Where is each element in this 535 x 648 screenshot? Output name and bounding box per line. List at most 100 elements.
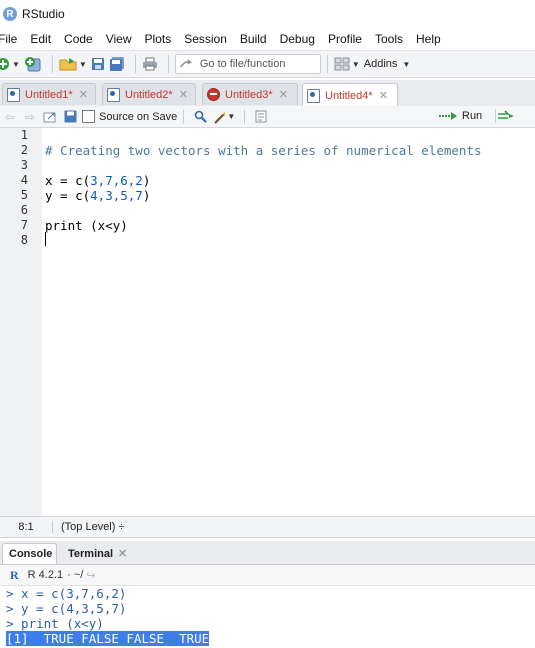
document-outline-icon[interactable] bbox=[254, 110, 268, 124]
console-output[interactable]: > x = c(3,7,6,2) > y = c(4,3,5,7) > prin… bbox=[0, 586, 535, 648]
code-numbers: 3,7,6,2 bbox=[90, 173, 143, 188]
console-line: > y = c(4,3,5,7) bbox=[6, 601, 127, 616]
toolbar-divider bbox=[51, 55, 53, 73]
toolbar-divider bbox=[183, 109, 185, 124]
magic-wand-icon[interactable]: ▼ bbox=[213, 110, 235, 124]
tab-terminal[interactable]: Terminal ✕ bbox=[62, 543, 134, 564]
forward-arrow-icon[interactable]: ⇨ bbox=[23, 110, 37, 124]
r-logo-icon: R bbox=[10, 567, 19, 582]
source-on-save-checkbox[interactable] bbox=[82, 110, 95, 123]
close-icon[interactable]: ✕ bbox=[79, 88, 88, 101]
r-file-icon bbox=[7, 87, 20, 102]
addins-button[interactable]: Addins ▼ bbox=[364, 54, 411, 74]
goto-file-placeholder: Go to file/function bbox=[199, 58, 286, 70]
open-folder-icon bbox=[59, 58, 77, 71]
menu-debug[interactable]: Debug bbox=[280, 32, 322, 46]
title-bar: R RStudio bbox=[0, 0, 535, 28]
arrow-right-icon bbox=[180, 59, 193, 68]
working-directory: · ~/ bbox=[67, 569, 84, 581]
menu-session[interactable]: Session bbox=[184, 32, 234, 46]
grid-layout-icon bbox=[334, 57, 350, 71]
tab-untitled3[interactable]: Untitled3* ✕ bbox=[202, 83, 298, 105]
close-icon[interactable]: ✕ bbox=[279, 88, 288, 101]
save-icon bbox=[91, 58, 104, 70]
line-number: 2 bbox=[20, 143, 28, 157]
save-button[interactable] bbox=[91, 54, 105, 74]
menu-build[interactable]: Build bbox=[240, 32, 274, 46]
chevron-down-icon: ▼ bbox=[402, 59, 411, 69]
code-token: y = c( bbox=[45, 188, 91, 203]
code-line-x: x = c(3,7,6,2) bbox=[45, 173, 150, 188]
toolbar-divider bbox=[326, 55, 328, 73]
run-label: Run bbox=[462, 110, 483, 122]
stop-icon bbox=[207, 88, 220, 101]
editor-status-bar: 8:1 (Top Level) ÷ bbox=[0, 516, 535, 538]
menu-profile[interactable]: Profile bbox=[328, 32, 369, 46]
tab-label: Untitled1* bbox=[25, 88, 73, 101]
close-icon[interactable]: ✕ bbox=[179, 88, 188, 101]
chevron-down-icon: ▼ bbox=[227, 112, 236, 121]
code-token: ) bbox=[142, 173, 151, 188]
console-line: > print (x<y) bbox=[6, 616, 104, 631]
line-number: 7 bbox=[20, 218, 28, 232]
tab-label: Untitled4* bbox=[325, 89, 373, 102]
line-number: 6 bbox=[20, 203, 28, 217]
scope-selector[interactable]: (Top Level) ÷ bbox=[61, 521, 125, 533]
code-line-y: y = c(4,3,5,7) bbox=[45, 188, 150, 203]
toolbar-divider bbox=[134, 55, 136, 73]
menu-view[interactable]: View bbox=[106, 32, 139, 46]
code-comment-line: # Creating two vectors with a series of … bbox=[45, 143, 482, 158]
menu-edit[interactable]: Edit bbox=[30, 32, 58, 46]
close-icon[interactable]: ✕ bbox=[118, 547, 127, 560]
goto-file-input[interactable]: Go to file/function bbox=[174, 54, 321, 74]
tab-label: Terminal bbox=[68, 547, 114, 560]
line-number: 4 bbox=[20, 173, 28, 187]
line-number: 5 bbox=[20, 188, 28, 202]
toolbar-divider bbox=[244, 109, 246, 124]
run-button[interactable]: Run bbox=[438, 108, 482, 124]
save-all-button[interactable] bbox=[109, 54, 125, 74]
search-icon[interactable] bbox=[193, 110, 207, 124]
new-project-icon bbox=[24, 57, 41, 72]
rerun-button[interactable] bbox=[497, 108, 517, 124]
tab-untitled4[interactable]: Untitled4* ✕ bbox=[302, 83, 398, 107]
tab-label: Untitled2* bbox=[125, 88, 173, 101]
addins-label: Addins bbox=[363, 58, 398, 70]
new-file-button[interactable]: ▼ bbox=[0, 54, 20, 74]
r-file-icon bbox=[107, 87, 120, 102]
chevron-down-icon: ▼ bbox=[78, 59, 87, 69]
tab-untitled1[interactable]: Untitled1* ✕ bbox=[2, 83, 96, 105]
text-cursor bbox=[45, 232, 46, 246]
menu-file[interactable]: File bbox=[0, 32, 24, 46]
console-info-bar: R R 4.2.1 · ~/ ↪ bbox=[0, 565, 535, 586]
source-on-save-option[interactable]: Source on Save bbox=[82, 110, 177, 123]
code-token: ) bbox=[142, 188, 151, 203]
menu-plots[interactable]: Plots bbox=[145, 32, 179, 46]
close-icon[interactable]: ✕ bbox=[379, 89, 388, 102]
new-file-icon bbox=[0, 58, 9, 70]
new-project-button[interactable] bbox=[24, 54, 42, 74]
pane-layout-button[interactable]: ▼ bbox=[334, 54, 360, 74]
save-icon[interactable] bbox=[63, 110, 77, 124]
window-title: RStudio bbox=[22, 7, 65, 21]
open-file-button[interactable]: ▼ bbox=[59, 54, 87, 74]
show-in-window-icon[interactable] bbox=[43, 110, 57, 124]
main-toolbar: ▼ ▼ Go to file/function ▼ Addins ▼ bbox=[0, 50, 535, 78]
go-to-directory-icon[interactable]: ↪ bbox=[86, 569, 95, 582]
line-number-gutter: 1 2 3 4 5 6 7 8 bbox=[0, 128, 42, 516]
console-result-selected: [1] TRUE FALSE FALSE TRUE bbox=[6, 631, 210, 646]
code-editor[interactable]: # Creating two vectors with a series of … bbox=[42, 128, 535, 516]
back-arrow-icon[interactable]: ⇦ bbox=[3, 110, 17, 124]
menu-code[interactable]: Code bbox=[64, 32, 100, 46]
tab-console[interactable]: Console bbox=[2, 543, 57, 564]
print-icon bbox=[142, 57, 157, 71]
menu-tools[interactable]: Tools bbox=[375, 32, 410, 46]
console-line: > x = c(3,7,6,2) bbox=[6, 586, 127, 601]
menu-bar: File Edit Code View Plots Session Build … bbox=[0, 28, 535, 50]
menu-help[interactable]: Help bbox=[416, 32, 448, 46]
tab-untitled2[interactable]: Untitled2* ✕ bbox=[102, 83, 196, 105]
print-button[interactable] bbox=[142, 54, 158, 74]
editor-toolbar: ⇦ ⇨ Source on Save ▼ Run bbox=[0, 106, 535, 128]
toolbar-divider bbox=[167, 55, 169, 73]
run-arrow-icon bbox=[439, 112, 457, 120]
